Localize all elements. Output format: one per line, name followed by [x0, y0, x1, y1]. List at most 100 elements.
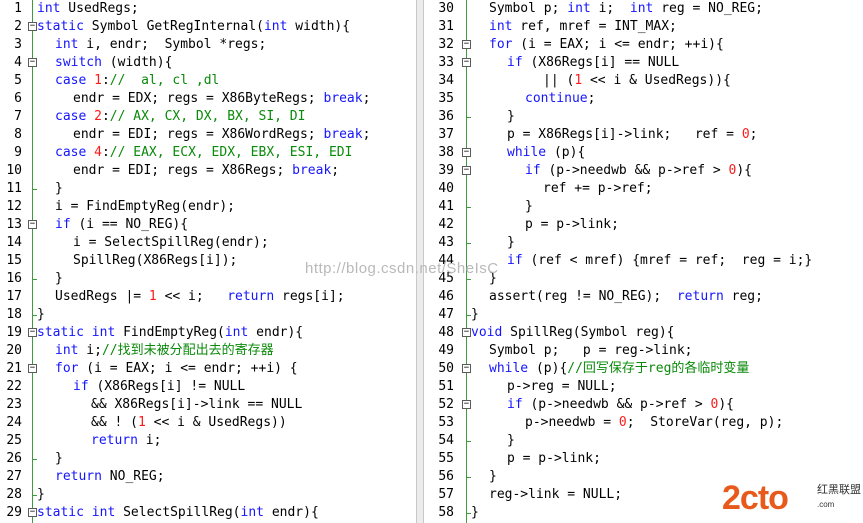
- collapse-toggle-icon[interactable]: −: [462, 328, 471, 337]
- code-line[interactable]: 1 int UsedRegs;: [0, 0, 416, 18]
- code-line[interactable]: 6 endr = EDX; regs = X86ByteRegs; break;: [0, 90, 416, 108]
- code-line[interactable]: 21− for (i = EAX; i <= endr; ++i) {: [0, 360, 416, 378]
- code-line[interactable]: 32− for (i = EAX; i <= endr; ++i){: [424, 36, 863, 54]
- code-token: ;: [362, 127, 371, 142]
- code-line[interactable]: 30 Symbol p; int i; int reg = NO_REG;: [424, 0, 863, 18]
- code-line[interactable]: 50− while (p){//回写保存于reg的各临时变量: [424, 360, 863, 378]
- code-token: width){: [287, 19, 351, 34]
- collapse-toggle-icon[interactable]: −: [462, 58, 471, 67]
- collapse-toggle-icon[interactable]: −: [462, 364, 471, 373]
- code-text: endr = EDI; regs = X86Regs; break;: [73, 162, 339, 180]
- code-line[interactable]: 2− static Symbol GetRegInternal(int width…: [0, 18, 416, 36]
- code-line[interactable]: 10 endr = EDI; regs = X86Regs; break;: [0, 162, 416, 180]
- code-line[interactable]: 20 int i;//找到未被分配出去的寄存器: [0, 342, 416, 360]
- code-line[interactable]: 36}: [424, 108, 863, 126]
- code-token: }: [471, 307, 479, 322]
- keyword-token: static: [37, 325, 84, 340]
- code-line[interactable]: 26}: [0, 450, 416, 468]
- code-line[interactable]: 3 int i, endr; Symbol *regs;: [0, 36, 416, 54]
- collapse-toggle-icon[interactable]: −: [462, 400, 471, 409]
- code-line[interactable]: 38− while (p){: [424, 144, 863, 162]
- collapse-toggle-icon[interactable]: −: [28, 508, 37, 517]
- code-line[interactable]: 41}: [424, 198, 863, 216]
- code-line[interactable]: 55 p = p->link;: [424, 450, 863, 468]
- line-number: 56: [438, 469, 454, 484]
- line-number: 32: [438, 37, 454, 52]
- code-text: p = p->link;: [507, 450, 601, 468]
- line-number: 11: [6, 181, 22, 196]
- code-token: }: [525, 199, 533, 214]
- code-line[interactable]: 31 int ref, mref = INT_MAX;: [424, 18, 863, 36]
- code-line[interactable]: 11}: [0, 180, 416, 198]
- code-text: case 1:// al, cl ,dl: [55, 72, 219, 90]
- code-line[interactable]: 46 assert(reg != NO_REG); return reg;: [424, 288, 863, 306]
- code-line[interactable]: 18}: [0, 306, 416, 324]
- line-number: 4: [14, 55, 22, 70]
- collapse-toggle-icon[interactable]: −: [28, 22, 37, 31]
- line-number: 30: [438, 1, 454, 16]
- code-line[interactable]: 27 return NO_REG;: [0, 468, 416, 486]
- code-token: || (: [543, 73, 575, 88]
- collapse-toggle-icon[interactable]: −: [462, 166, 471, 175]
- code-line[interactable]: 54}: [424, 432, 863, 450]
- code-token: << i & UsedRegs)): [145, 415, 287, 430]
- collapse-toggle-icon[interactable]: −: [28, 220, 37, 229]
- code-line[interactable]: 4− switch (width){: [0, 54, 416, 72]
- code-line[interactable]: 53 p->needwb = 0; StoreVar(reg, p);: [424, 414, 863, 432]
- code-text: }: [37, 486, 45, 504]
- code-line[interactable]: 40 ref += p->ref;: [424, 180, 863, 198]
- code-line[interactable]: 17 UsedRegs |= 1 << i; return regs[i];: [0, 288, 416, 306]
- keyword-token: int: [55, 343, 79, 358]
- keyword-token: break: [323, 91, 363, 106]
- keyword-token: int: [55, 37, 79, 52]
- code-line[interactable]: 52− if (p->needwb && p->ref > 0){: [424, 396, 863, 414]
- code-token: ref += p->ref;: [543, 181, 653, 196]
- code-text: void SpillReg(Symbol reg){: [471, 324, 675, 342]
- code-line[interactable]: 37 p = X86Regs[i]->link; ref = 0;: [424, 126, 863, 144]
- code-line[interactable]: 13− if (i == NO_REG){: [0, 216, 416, 234]
- code-line[interactable]: 24 && ! (1 << i & UsedRegs)): [0, 414, 416, 432]
- code-token: i = SelectSpillReg(endr);: [73, 235, 269, 250]
- code-token: ;: [587, 91, 596, 106]
- code-text: }: [489, 468, 497, 486]
- code-line[interactable]: 23 && X86Regs[i]->link == NULL: [0, 396, 416, 414]
- code-token: reg->link = NULL;: [489, 487, 623, 502]
- code-token: i;: [78, 343, 102, 358]
- collapse-toggle-icon[interactable]: −: [462, 148, 471, 157]
- collapse-toggle-icon[interactable]: −: [28, 364, 37, 373]
- code-text: reg->link = NULL;: [489, 486, 622, 504]
- code-line[interactable]: 43}: [424, 234, 863, 252]
- code-token: && ! (: [91, 415, 138, 430]
- line-number: 47: [438, 307, 454, 322]
- code-line[interactable]: 5 case 1:// al, cl ,dl: [0, 72, 416, 90]
- code-line[interactable]: 12 i = FindEmptyReg(endr);: [0, 198, 416, 216]
- code-line[interactable]: 33− if (X86Regs[i] == NULL: [424, 54, 863, 72]
- code-text: i = SelectSpillReg(endr);: [73, 234, 269, 252]
- code-line[interactable]: 29− static int SelectSpillReg(int endr){: [0, 504, 416, 522]
- code-line[interactable]: 9 case 4:// EAX, ECX, EDX, EBX, ESI, EDI: [0, 144, 416, 162]
- code-line[interactable]: 39− if (p->needwb && p->ref > 0){: [424, 162, 863, 180]
- code-token: (i == NO_REG){: [70, 217, 189, 232]
- collapse-toggle-icon[interactable]: −: [28, 58, 37, 67]
- code-line[interactable]: 34 || (1 << i & UsedRegs)){: [424, 72, 863, 90]
- code-line[interactable]: 25 return i;: [0, 432, 416, 450]
- code-line[interactable]: 28}: [0, 486, 416, 504]
- code-line[interactable]: 49 Symbol p; p = reg->link;: [424, 342, 863, 360]
- code-line[interactable]: 35 continue;: [424, 90, 863, 108]
- code-line[interactable]: 8 endr = EDI; regs = X86WordRegs; break;: [0, 126, 416, 144]
- code-token: }: [489, 469, 497, 484]
- collapse-toggle-icon[interactable]: −: [462, 40, 471, 49]
- code-token: p->needwb =: [525, 415, 619, 430]
- fold-end-marker: [32, 189, 37, 190]
- code-line[interactable]: 42 p = p->link;: [424, 216, 863, 234]
- collapse-toggle-icon[interactable]: −: [28, 328, 37, 337]
- keyword-token: int: [224, 325, 249, 340]
- code-line[interactable]: 22 if (X86Regs[i] != NULL: [0, 378, 416, 396]
- code-line[interactable]: 7 case 2:// AX, CX, DX, BX, SI, DI: [0, 108, 416, 126]
- code-line[interactable]: 47}: [424, 306, 863, 324]
- code-line[interactable]: 14 i = SelectSpillReg(endr);: [0, 234, 416, 252]
- code-token: i = FindEmptyReg(endr);: [55, 199, 236, 214]
- code-line[interactable]: 19− static int FindEmptyReg(int endr){: [0, 324, 416, 342]
- code-line[interactable]: 48− void SpillReg(Symbol reg){: [424, 324, 863, 342]
- code-line[interactable]: 51 p->reg = NULL;: [424, 378, 863, 396]
